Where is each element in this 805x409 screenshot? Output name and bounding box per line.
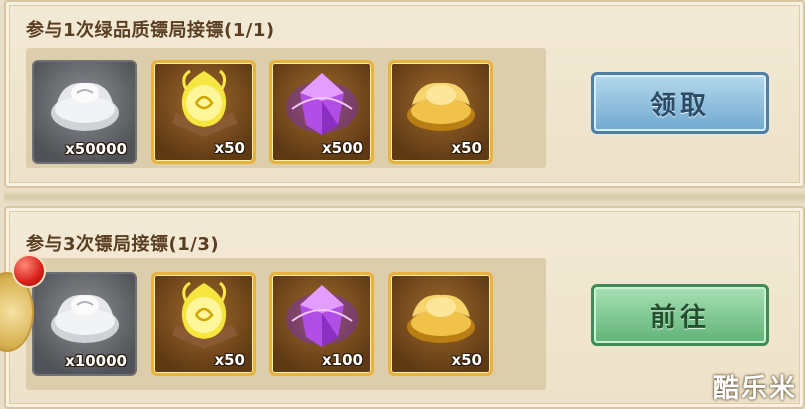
go-button[interactable]: 前往: [591, 284, 769, 346]
item-count: x50: [214, 139, 245, 157]
panel-divider: [4, 190, 805, 204]
claim-button[interactable]: 领取: [591, 72, 769, 134]
reward-item-orb[interactable]: x50: [151, 60, 256, 164]
item-count: x50000: [65, 140, 127, 158]
silver-ingot-icon: [47, 285, 123, 351]
item-count: x500: [322, 139, 363, 157]
gold-flame-orb-icon: [162, 67, 246, 145]
reward-item-gold[interactable]: x50: [388, 60, 493, 164]
reward-item-crystal[interactable]: x100: [269, 272, 374, 376]
purple-crystal-icon: [282, 279, 362, 357]
silver-ingot-icon: [47, 73, 123, 139]
item-count: x100: [322, 351, 363, 369]
notification-dot: [12, 254, 46, 288]
item-count: x50: [451, 351, 482, 369]
gold-ingot-icon: [402, 285, 480, 351]
purple-crystal-icon: [282, 67, 362, 145]
task-title: 参与1次绿品质镖局接镖(1/1): [26, 20, 275, 41]
task-title: 参与3次镖局接镖(1/3): [26, 234, 220, 255]
reward-item-silver[interactable]: x50000: [32, 60, 137, 164]
reward-item-gold[interactable]: x50: [388, 272, 493, 376]
item-count: x50: [451, 139, 482, 157]
watermark-logo: 酷乐米: [712, 374, 797, 404]
reward-item-crystal[interactable]: x500: [269, 60, 374, 164]
item-count: x50: [214, 351, 245, 369]
gold-flame-orb-icon: [162, 279, 246, 357]
reward-item-orb[interactable]: x50: [151, 272, 256, 376]
item-count: x10000: [65, 352, 127, 370]
reward-item-silver[interactable]: x10000: [32, 272, 137, 376]
gold-ingot-icon: [402, 73, 480, 139]
